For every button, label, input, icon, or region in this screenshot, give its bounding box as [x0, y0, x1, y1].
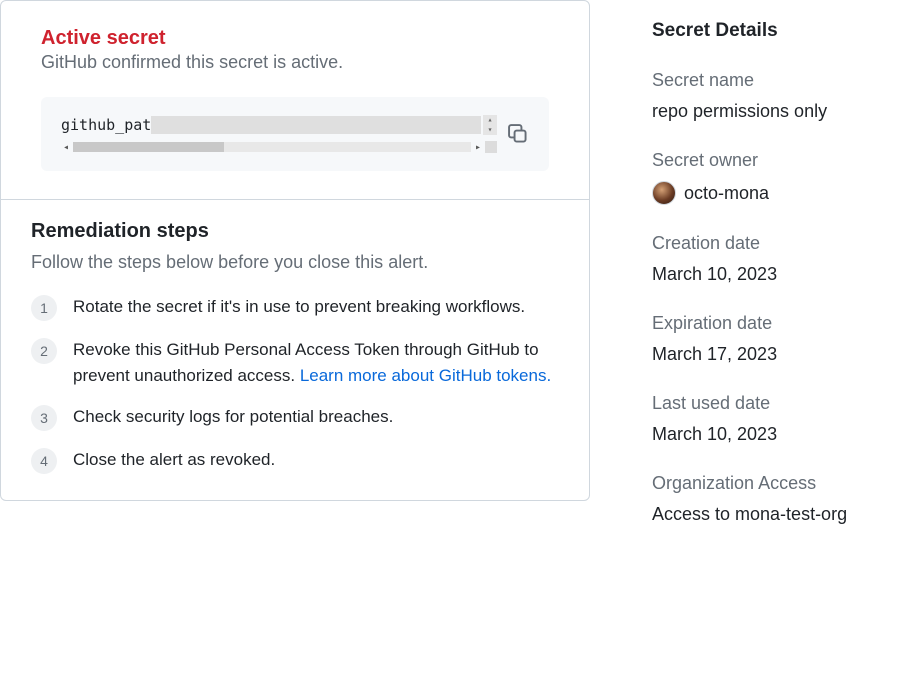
field-expiration-date: Expiration date March 17, 2023: [652, 313, 899, 365]
step-number-badge: 4: [31, 448, 57, 474]
field-secret-name: Secret name repo permissions only: [652, 70, 899, 122]
secret-scrollbar[interactable]: ◂ ▸: [61, 141, 497, 153]
sidebar-title: Secret Details: [652, 20, 899, 42]
field-label: Creation date: [652, 233, 899, 254]
remediation-step: 2 Revoke this GitHub Personal Access Tok…: [31, 337, 559, 388]
owner-name: octo-mona: [684, 183, 769, 204]
field-value: March 10, 2023: [652, 424, 899, 445]
step-text: Close the alert as revoked.: [73, 447, 559, 473]
step-number-badge: 1: [31, 295, 57, 321]
field-value: March 10, 2023: [652, 264, 899, 285]
redacted-segment: [151, 116, 481, 134]
stepper-icon[interactable]: ▴▾: [483, 115, 497, 135]
secret-preview-box: github_pat ▴▾ ◂ ▸: [41, 97, 549, 171]
alert-subtitle: GitHub confirmed this secret is active.: [41, 52, 549, 73]
scroll-right-icon[interactable]: ▸: [473, 142, 483, 153]
avatar: [652, 181, 676, 205]
secret-prefix: github_pat: [61, 116, 151, 134]
learn-more-link[interactable]: Learn more about GitHub tokens.: [300, 366, 551, 385]
field-value: March 17, 2023: [652, 344, 899, 365]
alert-card: Active secret GitHub confirmed this secr…: [0, 0, 590, 501]
field-value: repo permissions only: [652, 101, 899, 122]
secret-value-area: github_pat ▴▾ ◂ ▸: [61, 115, 497, 153]
secret-details-sidebar: Secret Details Secret name repo permissi…: [590, 0, 899, 525]
alert-title: Active secret: [41, 27, 549, 50]
field-last-used-date: Last used date March 10, 2023: [652, 393, 899, 445]
field-organization-access: Organization Access Access to mona-test-…: [652, 473, 899, 525]
field-label: Secret owner: [652, 150, 899, 171]
field-value[interactable]: octo-mona: [652, 181, 899, 205]
step-text: Rotate the secret if it's in use to prev…: [73, 294, 559, 320]
field-label: Organization Access: [652, 473, 899, 494]
step-number-badge: 2: [31, 338, 57, 364]
step-text: Revoke this GitHub Personal Access Token…: [73, 337, 559, 388]
field-label: Secret name: [652, 70, 899, 91]
field-secret-owner: Secret owner octo-mona: [652, 150, 899, 205]
step-text: Check security logs for potential breach…: [73, 404, 559, 430]
field-creation-date: Creation date March 10, 2023: [652, 233, 899, 285]
remediation-step: 4 Close the alert as revoked.: [31, 447, 559, 474]
step-number-badge: 3: [31, 405, 57, 431]
field-label: Expiration date: [652, 313, 899, 334]
field-label: Last used date: [652, 393, 899, 414]
alert-header: Active secret GitHub confirmed this secr…: [1, 1, 589, 200]
remediation-step: 3 Check security logs for potential brea…: [31, 404, 559, 431]
copy-icon[interactable]: [507, 123, 529, 145]
remediation-heading: Remediation steps: [31, 220, 559, 243]
remediation-subtitle: Follow the steps below before you close …: [31, 249, 559, 276]
remediation-step: 1 Rotate the secret if it's in use to pr…: [31, 294, 559, 321]
field-value: Access to mona-test-org: [652, 504, 899, 525]
scroll-left-icon[interactable]: ◂: [61, 142, 71, 153]
remediation-section: Remediation steps Follow the steps below…: [1, 200, 589, 500]
